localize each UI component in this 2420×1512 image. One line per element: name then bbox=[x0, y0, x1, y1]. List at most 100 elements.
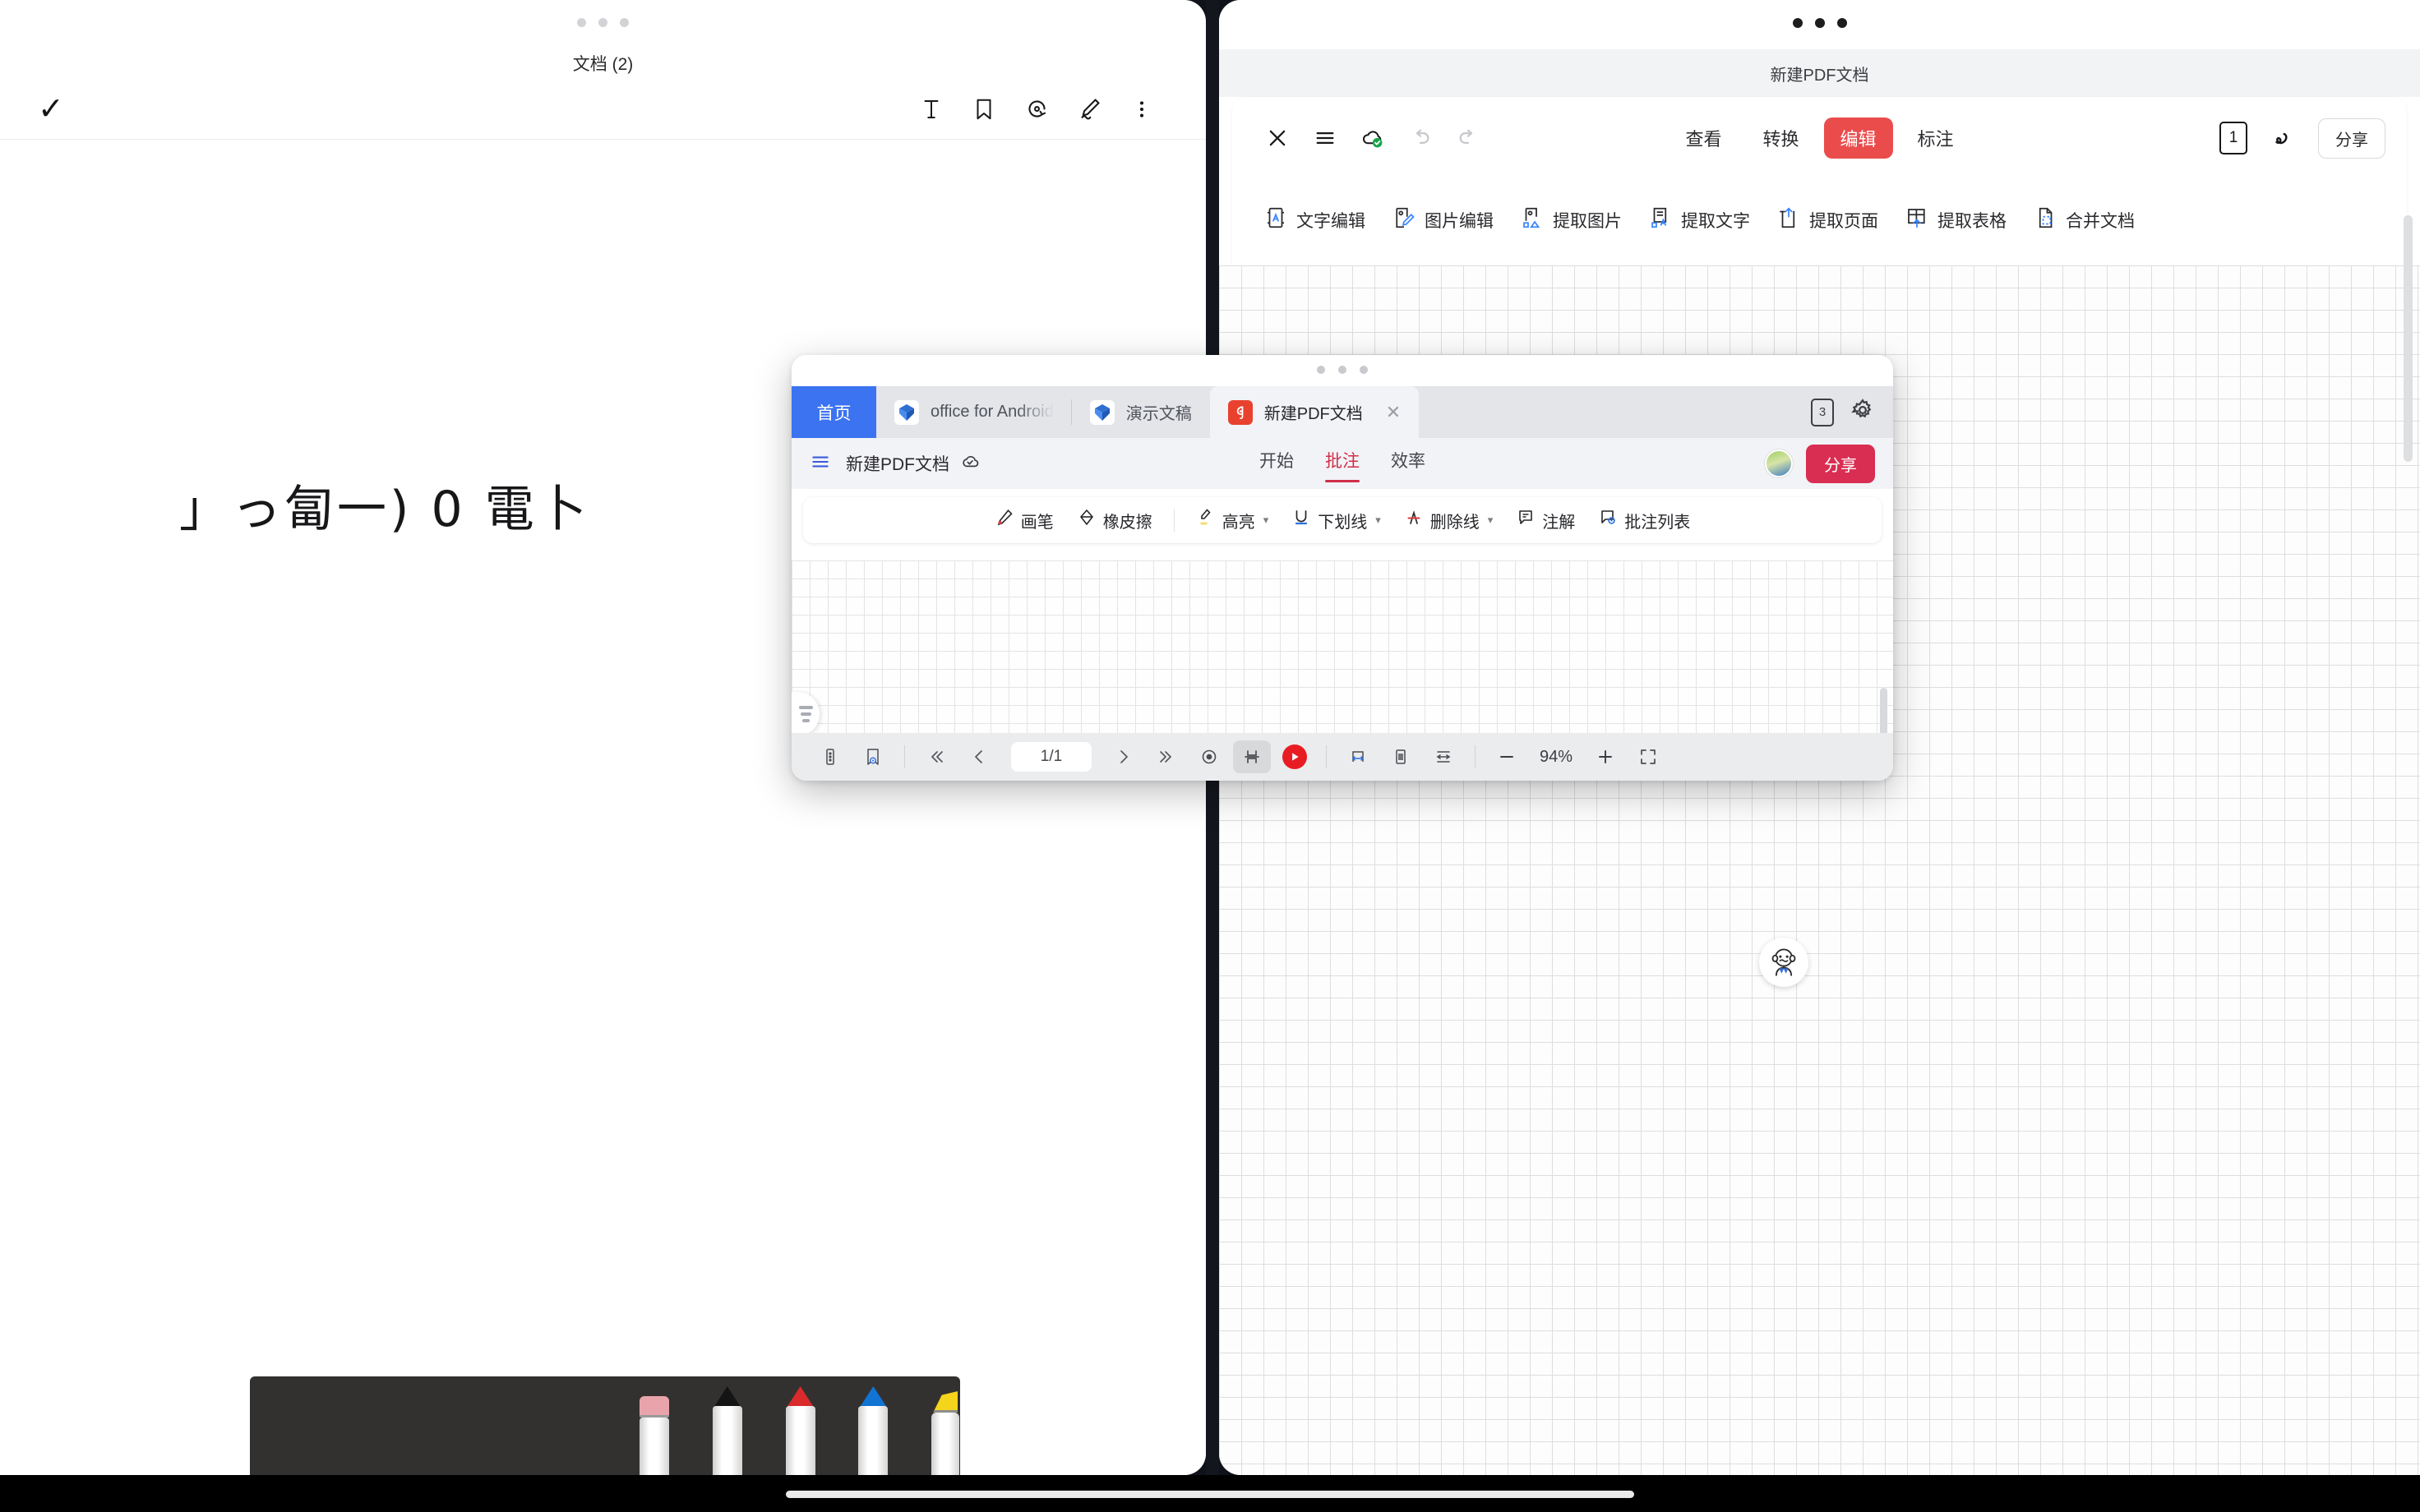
hamburger-icon[interactable] bbox=[810, 451, 831, 477]
first-page-icon[interactable] bbox=[917, 740, 955, 773]
bookmark-view-icon[interactable] bbox=[854, 740, 892, 773]
tool-text-edit[interactable]: 文字编辑 bbox=[1257, 201, 1372, 240]
thumbnail-panel-icon[interactable] bbox=[811, 740, 849, 773]
wps-icon bbox=[894, 399, 919, 425]
page-count-badge[interactable]: 1 bbox=[2219, 122, 2247, 154]
tool-merge-doc[interactable]: 合并文档 bbox=[2026, 201, 2141, 240]
annot-comment[interactable]: 注解 bbox=[1506, 503, 1585, 537]
ribbon-tab-start[interactable]: 开始 bbox=[1259, 448, 1294, 479]
undo-icon[interactable] bbox=[1397, 114, 1444, 162]
blue-pen-tool[interactable] bbox=[855, 1386, 889, 1475]
home-indicator[interactable] bbox=[786, 1491, 1634, 1498]
annot-label: 批注列表 bbox=[1624, 513, 1691, 532]
annot-eraser[interactable]: 橡皮擦 bbox=[1067, 503, 1162, 537]
fit-page-icon[interactable] bbox=[1425, 740, 1462, 773]
tool-extract-page[interactable]: 提取页面 bbox=[1770, 201, 1885, 240]
pen-icon[interactable] bbox=[1063, 86, 1115, 132]
avatar[interactable] bbox=[1765, 449, 1793, 477]
page-layout-icon[interactable] bbox=[1233, 740, 1271, 773]
reading-mode-icon[interactable] bbox=[1382, 740, 1420, 773]
float-window-drag-bar[interactable] bbox=[792, 355, 1893, 386]
drag-dot bbox=[620, 18, 629, 27]
more-vertical-icon[interactable] bbox=[1115, 86, 1168, 132]
bottom-divider bbox=[1475, 745, 1476, 768]
menu-icon[interactable] bbox=[1301, 114, 1349, 162]
annot-strikethrough[interactable]: 删除线 ▾ bbox=[1394, 503, 1503, 537]
prev-page-icon[interactable] bbox=[960, 740, 998, 773]
float-drag-handle[interactable] bbox=[792, 366, 1893, 374]
note-canvas[interactable]: 」っ匐一) 0 電卜 bbox=[0, 141, 1206, 1475]
right-toolbar-actions: 1 分享 bbox=[2219, 114, 2385, 162]
close-icon[interactable]: ✕ bbox=[1386, 402, 1401, 423]
right-window-drag-handle[interactable] bbox=[1219, 18, 2420, 28]
cloud-sync-icon[interactable] bbox=[959, 451, 981, 477]
eraser-body bbox=[640, 1418, 669, 1475]
tab-home[interactable]: 首页 bbox=[792, 386, 876, 438]
next-page-icon[interactable] bbox=[1105, 740, 1143, 773]
extract-table-icon bbox=[1905, 205, 1929, 235]
extract-page-icon bbox=[1776, 205, 1801, 235]
share-button[interactable]: 分享 bbox=[1806, 444, 1875, 483]
play-button[interactable] bbox=[1282, 744, 1307, 769]
handle-line bbox=[798, 706, 813, 709]
share-button[interactable]: 分享 bbox=[2318, 118, 2385, 159]
red-pen-tool[interactable] bbox=[783, 1386, 815, 1475]
eye-view-icon[interactable] bbox=[1190, 740, 1228, 773]
annot-comment-list[interactable]: 批注列表 bbox=[1588, 503, 1700, 537]
ribbon-tab-efficiency[interactable]: 效率 bbox=[1391, 448, 1425, 479]
drag-dot bbox=[1317, 366, 1325, 374]
tab-new-pdf-document[interactable]: 新建PDF文档 ✕ bbox=[1209, 386, 1420, 438]
comment-icon bbox=[1516, 508, 1536, 532]
tab-annotate[interactable]: 标注 bbox=[1901, 118, 1970, 159]
tab-presentation[interactable]: 演示文稿 bbox=[1072, 386, 1210, 438]
check-icon[interactable]: ✓ bbox=[38, 94, 64, 125]
float-tab-bar: 首页 office for Android 演示文稿 新建PDF文档 ✕ 3 bbox=[792, 386, 1893, 438]
black-pen-tool[interactable] bbox=[709, 1386, 742, 1475]
annot-highlight[interactable]: 高亮 ▾ bbox=[1186, 503, 1279, 537]
scribble-icon[interactable] bbox=[2259, 114, 2307, 162]
annot-underline[interactable]: 下划线 ▾ bbox=[1282, 503, 1391, 537]
extract-text-icon bbox=[1648, 205, 1673, 235]
fullscreen-icon[interactable] bbox=[1629, 740, 1667, 773]
window-count-badge[interactable]: 3 bbox=[1811, 398, 1834, 426]
tool-extract-text[interactable]: 提取文字 bbox=[1642, 201, 1757, 240]
tab-edit[interactable]: 编辑 bbox=[1823, 118, 1893, 159]
ribbon-tab-annotate[interactable]: 批注 bbox=[1325, 448, 1360, 482]
chevron-down-icon[interactable]: ▾ bbox=[1375, 514, 1381, 527]
tool-extract-image[interactable]: 提取图片 bbox=[1513, 201, 1628, 240]
zoom-out-icon[interactable] bbox=[1488, 740, 1526, 773]
tool-extract-table[interactable]: 提取表格 bbox=[1898, 201, 2013, 240]
drag-dot bbox=[1360, 366, 1368, 374]
page-indicator-input[interactable]: 1/1 bbox=[1011, 742, 1092, 772]
tab-office-for-android[interactable]: office for Android bbox=[876, 386, 1072, 438]
right-vertical-scrollbar[interactable] bbox=[2404, 215, 2413, 462]
zoom-in-icon[interactable] bbox=[1586, 740, 1624, 773]
redo-icon[interactable] bbox=[1444, 114, 1492, 162]
float-pdf-canvas[interactable] bbox=[792, 560, 1893, 778]
eraser-tool[interactable] bbox=[636, 1390, 669, 1475]
chevron-down-icon[interactable]: ▾ bbox=[1263, 514, 1269, 527]
cloud-sync-saved-icon[interactable] bbox=[1349, 114, 1397, 162]
tab-view[interactable]: 查看 bbox=[1669, 118, 1738, 159]
lasso-rotate-icon[interactable] bbox=[1010, 86, 1063, 132]
right-doc-title: 新建PDF文档 bbox=[1219, 49, 2420, 97]
tab-convert[interactable]: 转换 bbox=[1746, 118, 1815, 159]
outline-panel-handle[interactable] bbox=[792, 692, 820, 736]
last-page-icon[interactable] bbox=[1148, 740, 1185, 773]
left-window-drag-handle[interactable] bbox=[0, 18, 1206, 27]
image-edit-icon bbox=[1392, 205, 1416, 235]
annot-brush[interactable]: 画笔 bbox=[985, 503, 1064, 537]
chevron-down-icon[interactable]: ▾ bbox=[1488, 514, 1494, 527]
assistant-mascot-button[interactable] bbox=[1759, 938, 1808, 987]
tool-image-edit[interactable]: 图片编辑 bbox=[1385, 201, 1500, 240]
toolbar-divider bbox=[1173, 509, 1175, 532]
eraser-icon bbox=[1077, 508, 1097, 532]
yellow-highlighter-tool[interactable] bbox=[928, 1390, 960, 1475]
play-presentation-icon[interactable] bbox=[1276, 740, 1314, 773]
gear-icon[interactable] bbox=[1850, 398, 1875, 426]
fit-width-icon[interactable] bbox=[1339, 740, 1377, 773]
bookmark-icon[interactable] bbox=[958, 86, 1010, 132]
close-icon[interactable] bbox=[1254, 114, 1301, 162]
drag-dot bbox=[598, 18, 607, 27]
text-icon[interactable] bbox=[905, 86, 958, 132]
